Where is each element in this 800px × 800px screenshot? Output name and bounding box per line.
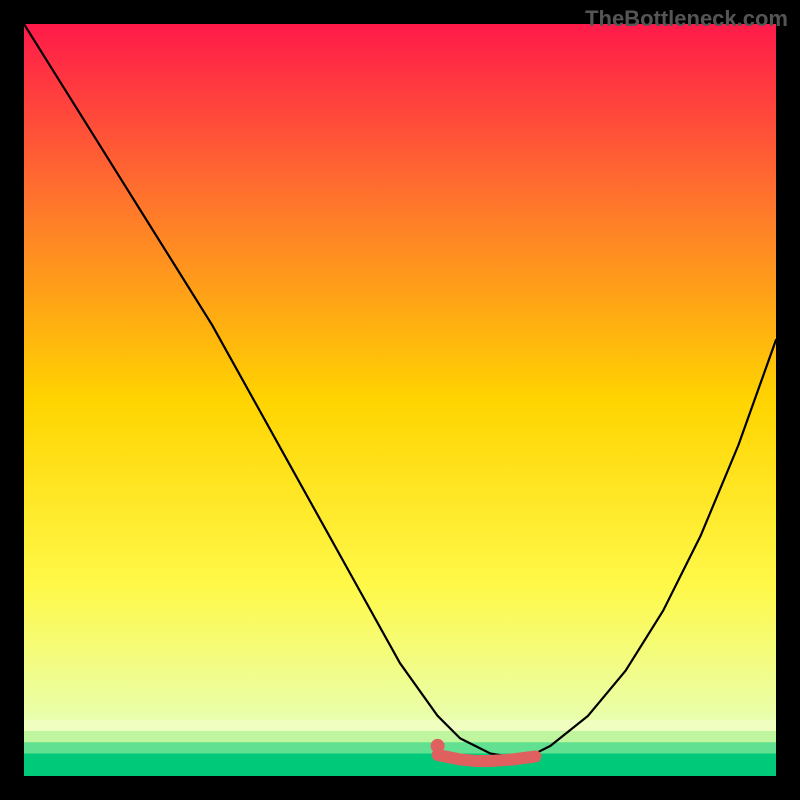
watermark-text: TheBottleneck.com <box>585 6 788 32</box>
series-flat-highlight <box>438 755 536 761</box>
chart-container: TheBottleneck.com <box>0 0 800 800</box>
bottom-band <box>24 720 776 731</box>
marker-dot <box>431 739 445 753</box>
chart-svg <box>24 24 776 776</box>
bottom-band <box>24 742 776 753</box>
plot-area <box>24 24 776 776</box>
bottom-band <box>24 753 776 776</box>
bottom-band <box>24 731 776 742</box>
